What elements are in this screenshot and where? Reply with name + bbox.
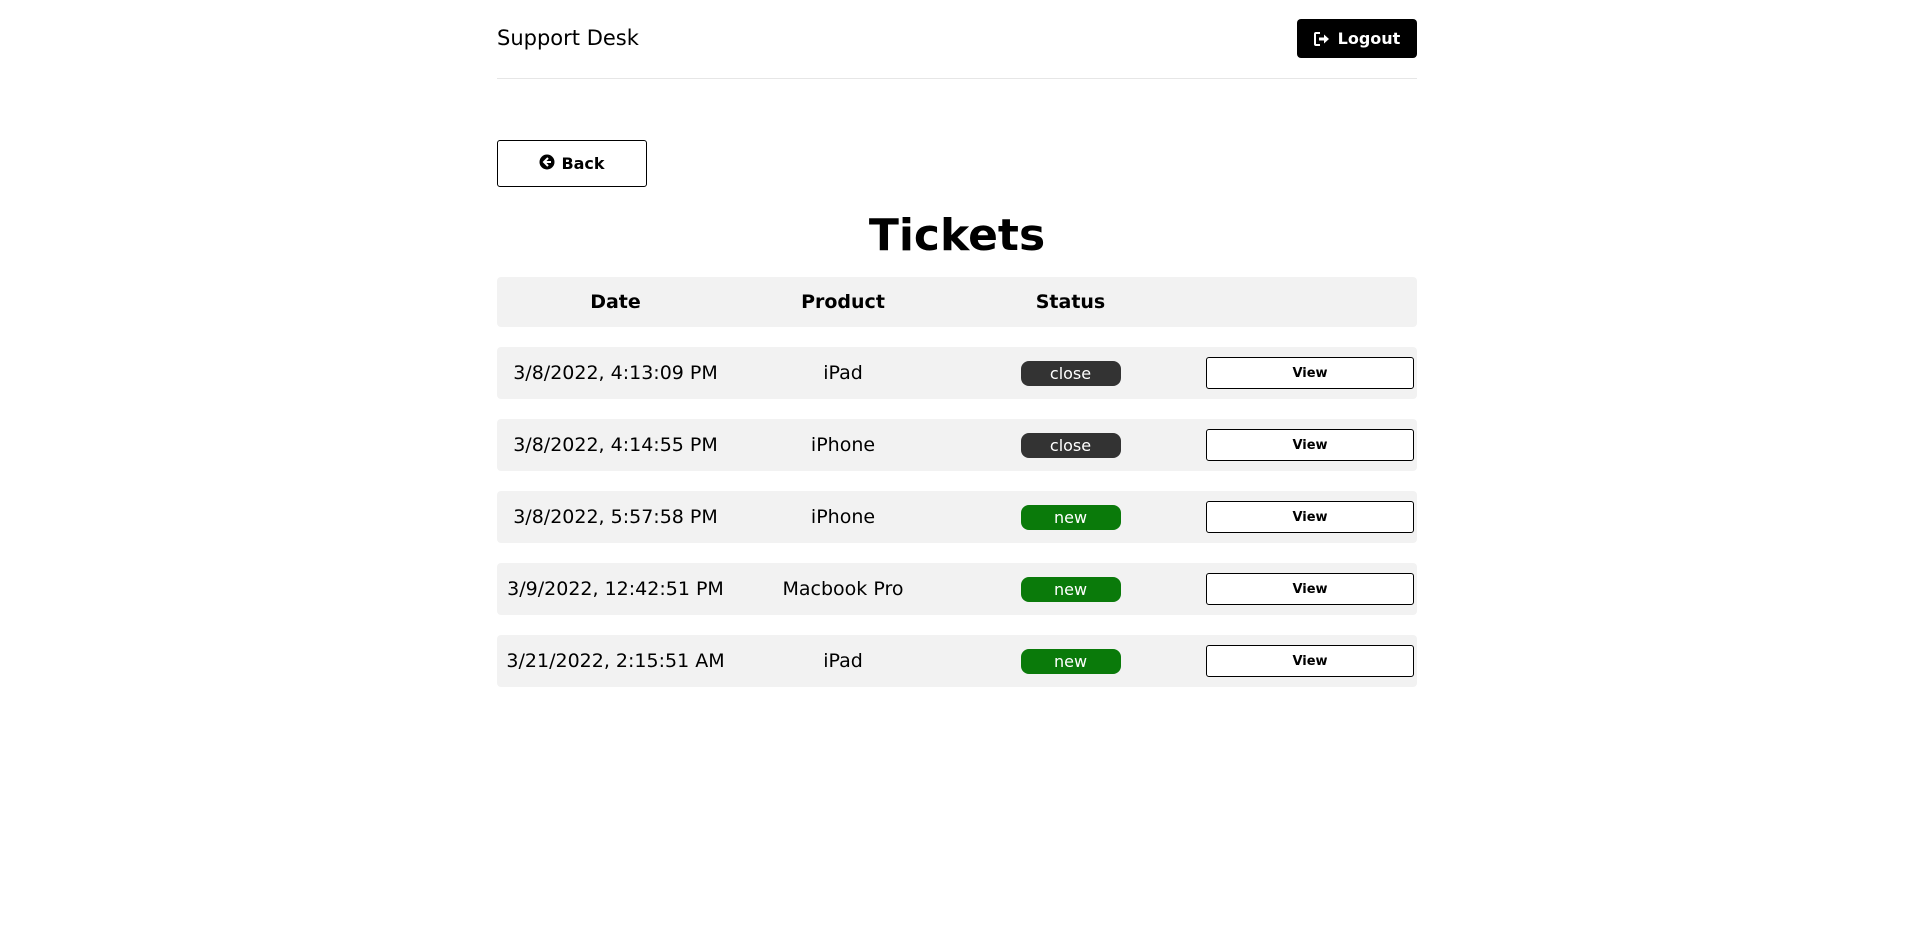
top-header: Support Desk Logout bbox=[497, 0, 1417, 79]
column-header-product: Product bbox=[801, 291, 885, 313]
ticket-status-cell: new bbox=[952, 504, 1189, 530]
ticket-product: iPhone bbox=[810, 434, 876, 456]
ticket-action-cell: View bbox=[1189, 645, 1417, 677]
arrow-circle-left-icon bbox=[539, 154, 555, 174]
ticket-status-cell: close bbox=[952, 432, 1189, 458]
status-badge: new bbox=[1020, 504, 1121, 530]
status-badge: close bbox=[1020, 360, 1121, 386]
status-badge: close bbox=[1020, 432, 1121, 458]
column-header-date: Date bbox=[590, 291, 641, 313]
view-ticket-button[interactable]: View bbox=[1206, 645, 1414, 677]
ticket-status-cell: new bbox=[952, 576, 1189, 602]
table-row: 3/9/2022, 12:42:51 PM Macbook Pro new Vi… bbox=[497, 563, 1417, 615]
ticket-product: iPhone bbox=[810, 506, 876, 528]
logout-button[interactable]: Logout bbox=[1297, 19, 1417, 58]
table-header: Date Product Status bbox=[497, 277, 1417, 327]
status-badge: new bbox=[1020, 576, 1121, 602]
ticket-action-cell: View bbox=[1189, 501, 1417, 533]
ticket-date: 3/8/2022, 4:14:55 PM bbox=[513, 434, 718, 456]
ticket-date: 3/8/2022, 4:13:09 PM bbox=[513, 362, 718, 384]
ticket-date: 3/21/2022, 2:15:51 AM bbox=[506, 650, 725, 672]
tickets-table: Date Product Status 3/8/2022, 4:13:09 PM… bbox=[497, 277, 1417, 707]
ticket-status-cell: close bbox=[952, 360, 1189, 386]
view-ticket-button[interactable]: View bbox=[1206, 573, 1414, 605]
ticket-action-cell: View bbox=[1189, 357, 1417, 389]
ticket-product: Macbook Pro bbox=[782, 578, 904, 600]
ticket-product: iPad bbox=[823, 650, 863, 672]
sign-out-icon bbox=[1313, 31, 1330, 46]
back-label: Back bbox=[561, 154, 605, 173]
ticket-action-cell: View bbox=[1189, 429, 1417, 461]
table-row: 3/21/2022, 2:15:51 AM iPad new View bbox=[497, 635, 1417, 687]
ticket-product: iPad bbox=[823, 362, 863, 384]
logout-label: Logout bbox=[1337, 29, 1401, 48]
back-button[interactable]: Back bbox=[497, 140, 647, 187]
table-row: 3/8/2022, 4:13:09 PM iPad close View bbox=[497, 347, 1417, 399]
table-row: 3/8/2022, 5:57:58 PM iPhone new View bbox=[497, 491, 1417, 543]
ticket-action-cell: View bbox=[1189, 573, 1417, 605]
view-ticket-button[interactable]: View bbox=[1206, 357, 1414, 389]
column-header-status: Status bbox=[1035, 291, 1106, 313]
table-row: 3/8/2022, 4:14:55 PM iPhone close View bbox=[497, 419, 1417, 471]
ticket-date: 3/9/2022, 12:42:51 PM bbox=[507, 578, 724, 600]
view-ticket-button[interactable]: View bbox=[1206, 429, 1414, 461]
view-ticket-button[interactable]: View bbox=[1206, 501, 1414, 533]
status-badge: new bbox=[1020, 648, 1121, 674]
page-title: Tickets bbox=[868, 210, 1046, 261]
ticket-status-cell: new bbox=[952, 648, 1189, 674]
ticket-date: 3/8/2022, 5:57:58 PM bbox=[513, 506, 718, 528]
brand-logo-text[interactable]: Support Desk bbox=[497, 26, 639, 50]
page: Support Desk Logout Back Tickets Date Pr… bbox=[497, 0, 1417, 687]
